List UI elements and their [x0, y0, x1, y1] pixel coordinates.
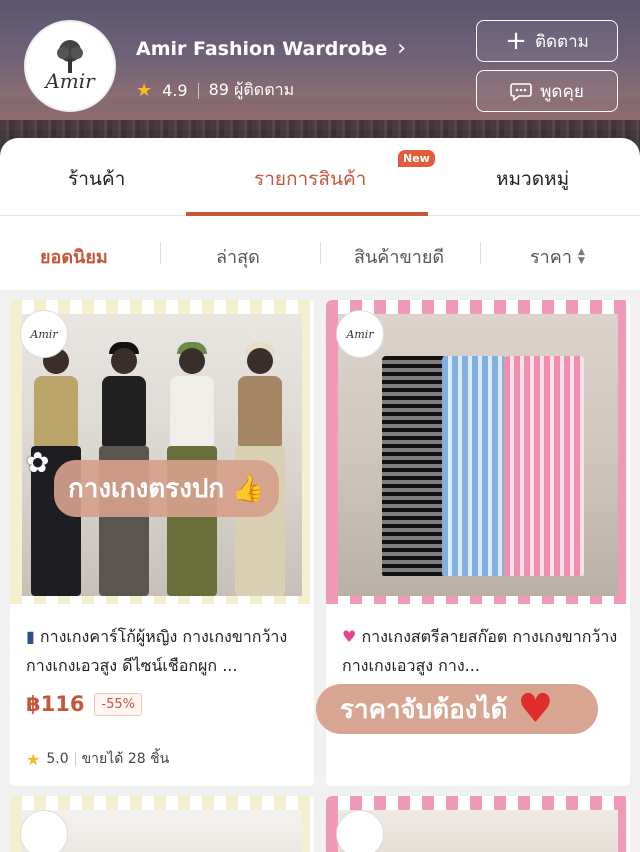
- shop-logo[interactable]: Amir: [24, 20, 116, 112]
- product-image[interactable]: Amir: [326, 300, 630, 604]
- chat-button[interactable]: พูดคุย: [476, 70, 618, 112]
- chevron-right-icon: ›: [397, 36, 407, 61]
- rating-row: ★ 5.0 ขายได้ 28 ชิ้น: [26, 748, 169, 770]
- sort-popular[interactable]: ยอดนิยม: [40, 242, 108, 271]
- product-card[interactable]: ✿ กางเกงตรงปก 👍 Amir ▮ กางเกงคาร์โก้ผู้ห…: [10, 300, 314, 786]
- clover-icon: ✿: [26, 446, 50, 479]
- plaid-pants-black: [382, 356, 446, 576]
- sort-divider: [320, 242, 321, 264]
- shop-tabs: ร้านค้า รายการสินค้า New หมวดหมู่: [0, 138, 640, 216]
- thumbs-up-icon: 👍: [232, 473, 265, 504]
- tab-categories[interactable]: หมวดหมู่: [496, 164, 569, 194]
- tab-shop[interactable]: ร้านค้า: [68, 164, 125, 194]
- product-title-text: กางเกงคาร์โก้ผู้หญิง กางเกงขากว้าง กางเก…: [26, 627, 288, 675]
- overlay-text: กางเกงตรงปก: [68, 474, 225, 504]
- sold-count: ขายได้ 28 ชิ้น: [81, 751, 170, 767]
- product-title[interactable]: ♥ กางเกงสตรีลายสก๊อต กางเกงขากว้าง กางเก…: [342, 622, 620, 680]
- plaid-pants-pink: [504, 356, 584, 576]
- product-photo: [22, 314, 302, 596]
- product-title-text: กางเกงสตรีลายสก๊อต กางเกงขากว้าง กางเกงเ…: [342, 627, 618, 675]
- sort-latest[interactable]: ล่าสุด: [216, 242, 260, 271]
- brand-watermark: Amir: [336, 310, 384, 358]
- shop-name-link[interactable]: Amir Fashion Wardrobe ›: [136, 36, 406, 61]
- shop-meta: ★ 4.9 89 ผู้ติดตาม: [136, 78, 294, 103]
- product-photo: [338, 314, 618, 596]
- heart-icon: ♥: [342, 627, 357, 646]
- rating-divider: [74, 752, 76, 766]
- product-image[interactable]: [326, 796, 630, 852]
- chat-bubble-icon: [510, 83, 533, 101]
- follow-button[interactable]: + ติดตาม: [476, 20, 618, 62]
- discount-badge: -55%: [94, 692, 143, 716]
- shop-followers: 89 ผู้ติดตาม: [208, 80, 295, 99]
- brand-watermark: Amir: [20, 310, 68, 358]
- new-badge: New: [398, 150, 435, 167]
- price-row: ฿116 -55%: [26, 692, 143, 716]
- product-image[interactable]: [10, 796, 314, 852]
- jeans-icon: ▮: [26, 627, 35, 646]
- product-card[interactable]: [10, 796, 314, 852]
- plus-icon: +: [505, 26, 527, 56]
- shop-header: Amir Amir Fashion Wardrobe › ★ 4.9 89 ผู…: [0, 0, 640, 160]
- plaid-pants-blue: [442, 356, 506, 576]
- product-title[interactable]: ▮ กางเกงคาร์โก้ผู้หญิง กางเกงขากว้าง กาง…: [26, 622, 304, 680]
- shop-name: Amir Fashion Wardrobe: [136, 37, 388, 60]
- product-price: ฿116: [26, 692, 85, 716]
- meta-divider: [197, 82, 199, 99]
- sort-divider: [160, 242, 161, 264]
- sort-divider: [480, 242, 481, 264]
- chat-label: พูดคุย: [540, 81, 584, 102]
- shop-logo-text: Amir: [45, 69, 95, 93]
- shop-rating: 4.9: [162, 81, 188, 100]
- promo-text: ราคาจับต้องได้: [340, 694, 508, 725]
- brand-watermark: [20, 810, 68, 852]
- product-overlay-label: กางเกงตรงปก 👍: [54, 460, 279, 517]
- star-icon: ★: [26, 749, 41, 769]
- tab-products[interactable]: รายการสินค้า: [254, 164, 366, 194]
- sort-price-label: ราคา: [530, 247, 572, 268]
- product-image[interactable]: ✿ กางเกงตรงปก 👍 Amir: [10, 300, 314, 604]
- promo-banner: ราคาจับต้องได้ ♥: [316, 684, 598, 734]
- product-card[interactable]: [326, 796, 630, 852]
- product-rating: 5.0: [46, 751, 69, 767]
- brand-watermark: [336, 810, 384, 852]
- sort-price[interactable]: ราคา ▲ ▼: [530, 242, 585, 271]
- sort-bar: ยอดนิยม ล่าสุด สินค้าขายดี ราคา ▲ ▼: [0, 216, 640, 290]
- follow-label: ติดตาม: [534, 31, 589, 52]
- sort-toggle-icon: ▲ ▼: [577, 246, 585, 266]
- sort-bestseller[interactable]: สินค้าขายดี: [354, 242, 444, 271]
- heart-icon: ♥: [517, 686, 554, 732]
- star-icon: ★: [136, 80, 153, 101]
